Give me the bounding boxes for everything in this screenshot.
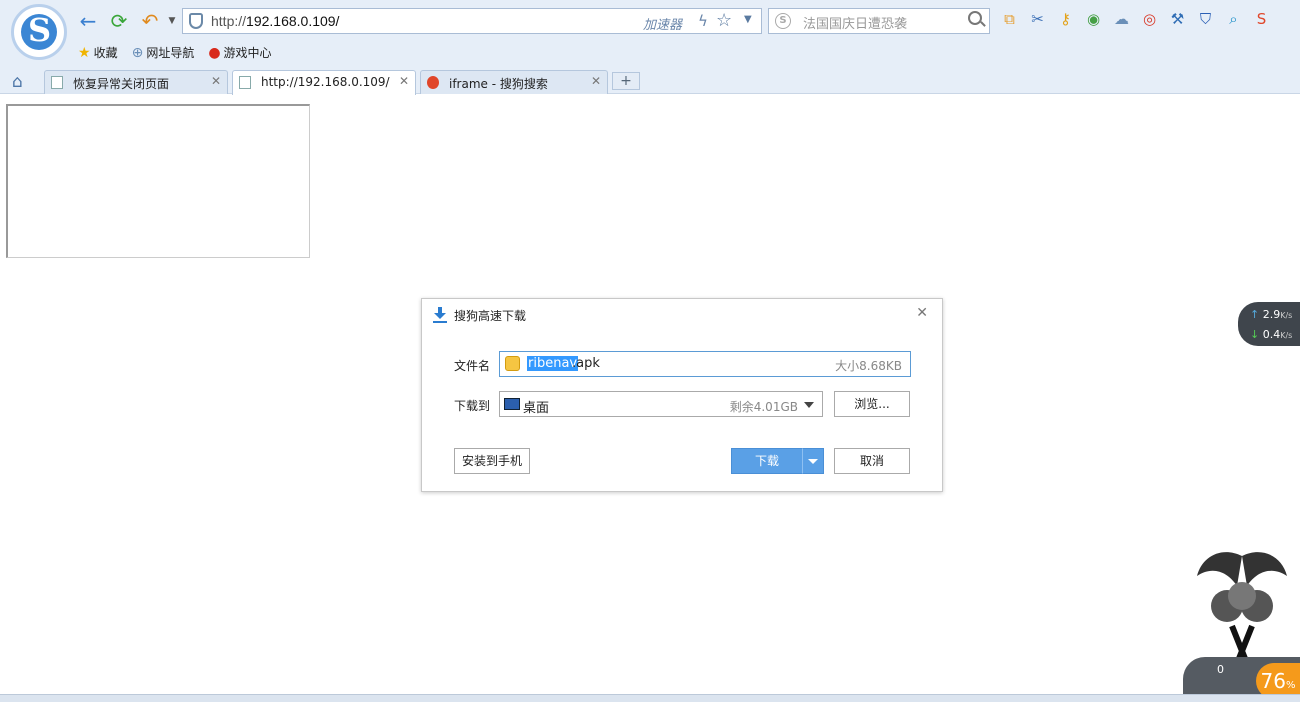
star-icon[interactable]: ☆	[716, 10, 732, 31]
sogou-icon	[427, 76, 439, 89]
search-icon[interactable]	[968, 11, 982, 25]
tab-sogou-search[interactable]: iframe - 搜狗搜索 ✕	[420, 70, 608, 94]
weibo-icon[interactable]: ◎	[1140, 10, 1159, 29]
shield-icon[interactable]: ⛉	[1196, 10, 1215, 29]
security-shield-icon	[189, 13, 203, 29]
game-icon: ●	[208, 44, 221, 61]
tab-restore[interactable]: 恢复异常关闭页面 ✕	[44, 70, 228, 94]
scissors-icon[interactable]: ✂	[1028, 10, 1047, 29]
destination-value: 桌面	[523, 401, 550, 416]
wrench-icon[interactable]: ⚒	[1168, 10, 1187, 29]
undo-dropdown-icon[interactable]: ▼	[161, 9, 183, 33]
browser-toolbar: S ← ⟳ ↶ ▼ http://192.168.0.109/ 加速器 ϟ ☆ …	[0, 0, 1300, 95]
new-tab-button[interactable]: +	[612, 72, 640, 90]
download-dialog: 搜狗高速下载 ✕ 文件名 ribenav .apk 大小8.68KB 下载到 桌…	[421, 298, 943, 492]
tab-current[interactable]: http://192.168.0.109/ ✕	[232, 70, 416, 95]
browse-button[interactable]: 浏览...	[834, 391, 910, 417]
destination-label: 下载到	[454, 399, 491, 413]
free-space: 剩余4.01GB	[729, 400, 798, 414]
chevron-down-icon[interactable]: ▼	[744, 14, 752, 25]
iframe-box	[6, 104, 310, 258]
page-icon	[51, 76, 63, 89]
home-icon[interactable]: ⌂	[12, 72, 23, 92]
rate-value: 0	[1217, 663, 1224, 676]
translate-icon[interactable]: ⌕	[1224, 10, 1243, 29]
bookmark-nav[interactable]: ⊕ 网址导航	[132, 44, 195, 61]
refresh-icon[interactable]: ⟳	[108, 9, 130, 33]
file-size: 大小8.68KB	[835, 359, 902, 373]
filename-field[interactable]: ribenav .apk 大小8.68KB	[499, 351, 911, 377]
download-arrow-icon: ↓	[1250, 328, 1260, 341]
search-input[interactable]: 法国国庆日遭恐袭	[803, 13, 907, 32]
globe-icon: ⊕	[131, 44, 144, 61]
upload-arrow-icon: ↑	[1250, 308, 1260, 321]
close-icon[interactable]: ✕	[211, 74, 221, 88]
close-icon[interactable]: ✕	[591, 74, 601, 88]
file-icon	[505, 356, 520, 371]
star-icon: ★	[78, 44, 91, 61]
desktop-icon	[504, 398, 520, 410]
network-speed-widget[interactable]: ↑ 2.9K/s ↓ 0.4K/s	[1238, 302, 1300, 346]
game-controller-icon[interactable]: ◉	[1084, 10, 1103, 29]
back-arrow-icon[interactable]: ←	[77, 9, 99, 33]
bookmark-games[interactable]: ● 游戏中心	[208, 44, 271, 61]
filename-extension[interactable]: .apk	[572, 356, 600, 371]
search-box[interactable]: S 法国国庆日遭恐袭	[768, 8, 990, 34]
dialog-title: 搜狗高速下载	[454, 309, 527, 323]
address-url[interactable]: http://192.168.0.109/	[211, 13, 339, 29]
sogou-input-icon[interactable]: S	[1252, 10, 1271, 29]
close-icon[interactable]: ✕	[916, 305, 928, 321]
status-bar	[0, 694, 1300, 702]
sogou-search-icon: S	[775, 13, 791, 29]
chevron-down-icon[interactable]	[804, 402, 814, 408]
undo-icon[interactable]: ↶	[139, 9, 161, 33]
lightning-icon[interactable]: ϟ	[698, 12, 708, 30]
extension-toolbar: ⧉ ✂ ⚷ ◉ ☁ ◎ ⚒ ⛉ ⌕ S	[1000, 10, 1271, 29]
bookmark-add-icon[interactable]: ⧉	[1000, 10, 1019, 29]
filename-selected-text[interactable]: ribenav	[527, 356, 579, 371]
accelerator-label[interactable]: 加速器	[643, 14, 682, 33]
cloud-icon[interactable]: ☁	[1112, 10, 1131, 29]
tab-bar: ⌂ 恢复异常关闭页面 ✕ http://192.168.0.109/ ✕ ifr…	[0, 68, 1300, 95]
key-icon[interactable]: ⚷	[1056, 10, 1075, 29]
close-icon[interactable]: ✕	[399, 74, 409, 88]
address-bar[interactable]: http://192.168.0.109/ 加速器 ϟ ☆ ▼	[182, 8, 762, 34]
page-icon	[239, 76, 251, 89]
install-to-phone-button[interactable]: 安装到手机	[454, 448, 530, 474]
bookmark-favorites[interactable]: ★ 收藏	[78, 44, 118, 61]
download-icon	[433, 307, 447, 323]
download-button[interactable]: 下载	[731, 448, 803, 474]
filename-label: 文件名	[454, 359, 491, 373]
bookmark-bar: ★ 收藏 ⊕ 网址导航 ● 游戏中心	[78, 44, 272, 61]
sogou-logo[interactable]: S	[11, 4, 67, 60]
destination-select[interactable]: 桌面 剩余4.01GB	[499, 391, 823, 417]
download-options-dropdown[interactable]	[802, 448, 824, 474]
cancel-button[interactable]: 取消	[834, 448, 910, 474]
